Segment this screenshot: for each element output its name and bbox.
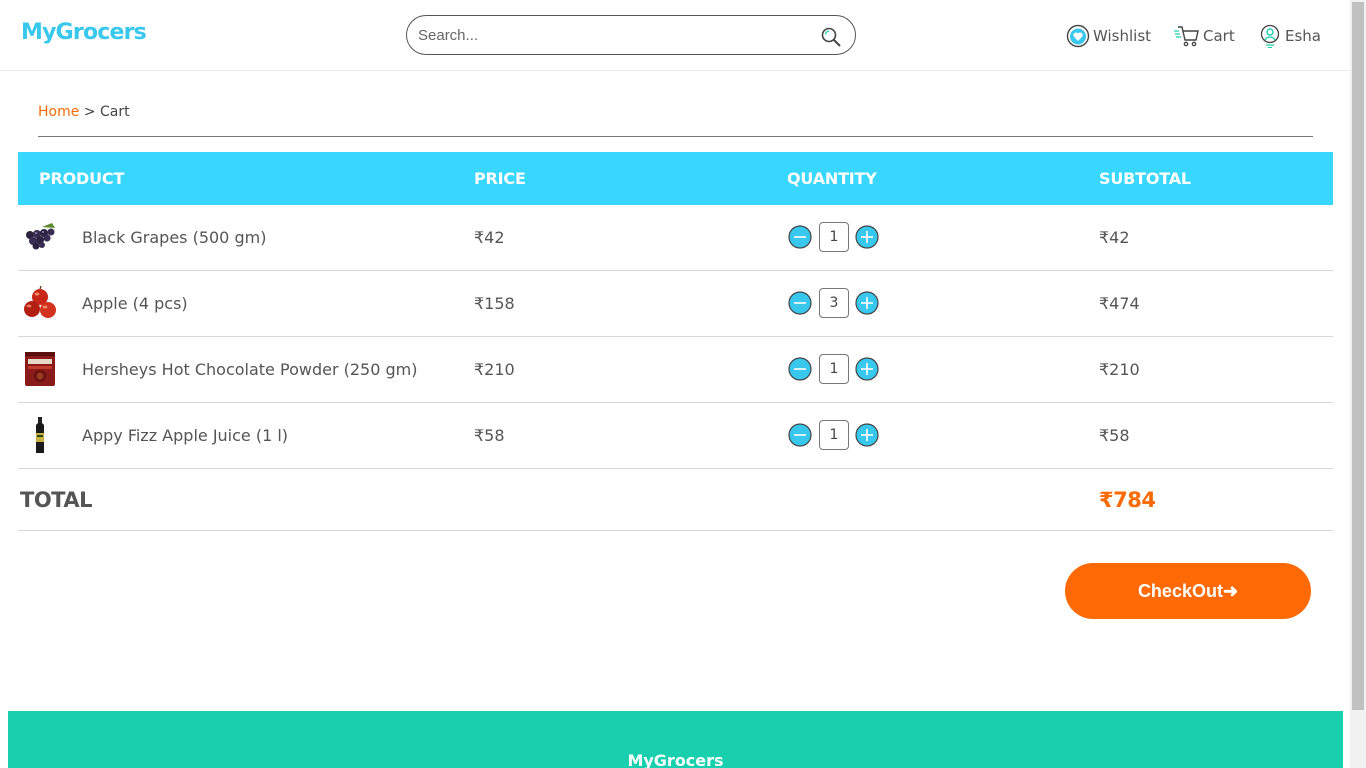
column-header-subtotal: SUBTOTAL — [1099, 169, 1191, 188]
product-price: ₹158 — [474, 294, 515, 313]
minus-icon[interactable] — [788, 225, 812, 249]
plus-icon[interactable] — [855, 357, 879, 381]
table-row: Black Grapes (500 gm) ₹42 1 ₹42 — [18, 205, 1333, 271]
product-subtotal: ₹210 — [1099, 360, 1140, 379]
total-label: TOTAL — [20, 488, 93, 512]
total-value: ₹784 — [1099, 488, 1156, 512]
minus-icon[interactable] — [788, 423, 812, 447]
product-price: ₹210 — [474, 360, 515, 379]
juice-bottle-thumbnail — [36, 417, 44, 453]
breadcrumb-separator: > — [79, 104, 100, 120]
plus-icon[interactable] — [855, 225, 879, 249]
footer-logo[interactable]: MyGrocers — [8, 751, 1343, 768]
apple-thumbnail — [24, 285, 56, 318]
column-header-price: PRICE — [474, 169, 526, 188]
product-subtotal: ₹42 — [1099, 228, 1130, 247]
product-name[interactable]: Black Grapes (500 gm) — [82, 228, 266, 247]
user-account-link[interactable]: Esha — [1260, 24, 1321, 48]
cart-label: Cart — [1203, 27, 1235, 45]
quantity-value[interactable]: 3 — [819, 288, 849, 318]
wishlist-link[interactable]: Wishlist — [1066, 24, 1151, 48]
cart-total-row: TOTAL ₹784 — [18, 469, 1333, 531]
cart-link[interactable]: Cart — [1174, 24, 1235, 48]
minus-icon[interactable] — [788, 357, 812, 381]
quantity-stepper: 1 — [788, 222, 880, 252]
scrollbar-thumb[interactable] — [1352, 2, 1364, 710]
product-price: ₹42 — [474, 228, 505, 247]
top-header: MyGrocers Wishlist Cart — [0, 0, 1350, 71]
grapes-thumbnail — [26, 223, 55, 250]
heart-icon — [1066, 24, 1090, 48]
search-bar — [406, 15, 856, 55]
column-header-product: PRODUCT — [39, 169, 125, 188]
table-header: PRODUCT PRICE QUANTITY SUBTOTAL — [18, 152, 1333, 205]
product-name[interactable]: Hersheys Hot Chocolate Powder (250 gm) — [82, 360, 417, 379]
plus-icon[interactable] — [855, 291, 879, 315]
quantity-value[interactable]: 1 — [819, 222, 849, 252]
table-row: Hersheys Hot Chocolate Powder (250 gm) ₹… — [18, 337, 1333, 403]
plus-icon[interactable] — [855, 423, 879, 447]
page-scrollbar[interactable] — [1350, 0, 1366, 768]
cart-table: PRODUCT PRICE QUANTITY SUBTOTAL Black Gr… — [18, 152, 1333, 531]
breadcrumb-home-link[interactable]: Home — [38, 104, 79, 120]
breadcrumb-current: Cart — [99, 104, 130, 120]
product-subtotal: ₹474 — [1099, 294, 1140, 313]
quantity-value[interactable]: 1 — [819, 354, 849, 384]
user-icon — [1260, 24, 1280, 48]
product-subtotal: ₹58 — [1099, 426, 1130, 445]
wishlist-label: Wishlist — [1093, 27, 1152, 45]
quantity-stepper: 1 — [788, 420, 880, 450]
checkout-button[interactable]: CheckOut➜ — [1065, 563, 1311, 619]
table-row: Apple (4 pcs) ₹158 3 ₹474 — [18, 271, 1333, 337]
table-row: Appy Fizz Apple Juice (1 l) ₹58 1 ₹58 — [18, 403, 1333, 469]
search-icon[interactable] — [820, 26, 842, 48]
site-footer: MyGrocers — [8, 711, 1343, 768]
breadcrumb: Home > Cart — [38, 104, 130, 120]
product-name[interactable]: Appy Fizz Apple Juice (1 l) — [82, 426, 288, 445]
user-name-label: Esha — [1285, 27, 1321, 45]
column-header-quantity: QUANTITY — [787, 169, 877, 188]
product-price: ₹58 — [474, 426, 505, 445]
quantity-stepper: 3 — [788, 288, 880, 318]
product-name[interactable]: Apple (4 pcs) — [82, 294, 188, 313]
quantity-stepper: 1 — [788, 354, 880, 384]
chocolate-tin-thumbnail — [25, 352, 55, 386]
minus-icon[interactable] — [788, 291, 812, 315]
search-input[interactable] — [418, 25, 808, 45]
quantity-value[interactable]: 1 — [819, 420, 849, 450]
site-logo[interactable]: MyGrocers — [21, 20, 147, 45]
cart-icon — [1174, 26, 1199, 47]
breadcrumb-divider — [38, 136, 1313, 137]
